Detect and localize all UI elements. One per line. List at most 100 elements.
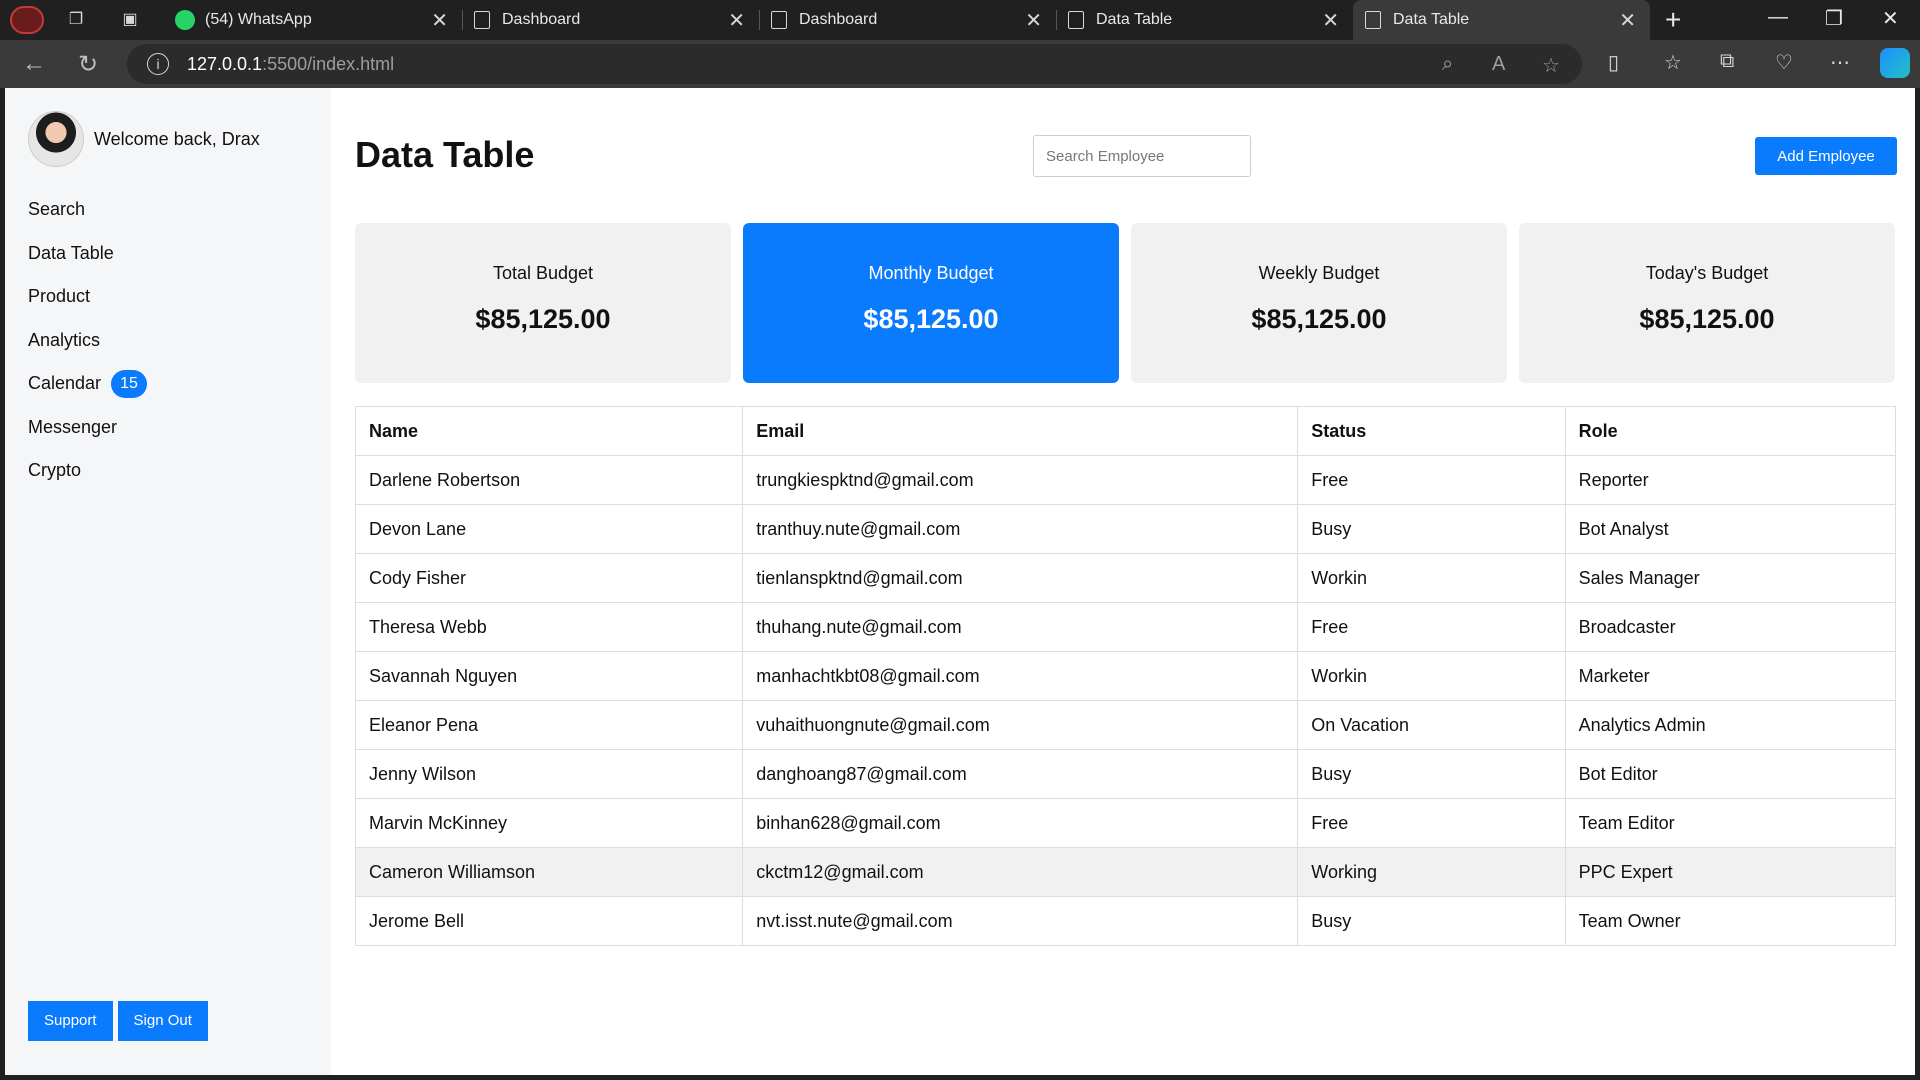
favorites-icon[interactable]: ☆: [1664, 50, 1682, 75]
table-row[interactable]: Darlene Robertson trungkiespktnd@gmail.co…: [354, 455, 1897, 505]
cell-name: Darlene Robertson: [354, 455, 744, 505]
cell-status: Workin: [1297, 553, 1566, 603]
table-row[interactable]: Devon Lane tranthuy.nute@gmail.com Busy Bot…: [354, 504, 1897, 554]
cell-role: Bot Analyst: [1564, 504, 1897, 554]
tab-label: Dashboard: [502, 11, 581, 28]
tab-data-table-1[interactable]: Data Table ✕: [1056, 0, 1353, 40]
cell-role: Team Owner: [1564, 896, 1897, 946]
sidebar-item-label: Data Table: [28, 242, 114, 263]
zoom-icon[interactable]: ⌕: [1442, 53, 1453, 76]
table-row[interactable]: Savannah Nguyen manhachtkbt08@gmail.com Wo…: [354, 651, 1897, 701]
url-field[interactable]: i 127.0.0.1:5500/index.html ⌕ A ☆: [127, 44, 1582, 84]
weekly-budget-card[interactable]: Weekly Budget $85,125.00: [1131, 223, 1507, 383]
tab-dashboard-2[interactable]: Dashboard ✕: [759, 0, 1056, 40]
budget-cards: Total Budget $85,125.00 Monthly Budget $…: [355, 223, 1895, 383]
card-value: $85,125.00: [475, 304, 611, 334]
table-row[interactable]: Eleanor Pena vuhaithuongnute@gmail.com On …: [354, 700, 1897, 750]
page-viewport: Welcome back, Drax Search Data Table Pro…: [5, 88, 1915, 1075]
add-employee-button[interactable]: Add Employee: [1755, 137, 1897, 175]
total-budget-card[interactable]: Total Budget $85,125.00: [355, 223, 731, 383]
support-button[interactable]: Support: [28, 1001, 113, 1041]
table-row-hovered[interactable]: Cameron Williamson ckctm12@gmail.com Worki…: [354, 847, 1897, 897]
tab-whatsapp[interactable]: (54) WhatsApp ✕: [165, 0, 462, 40]
collections-icon[interactable]: ⧉: [1720, 50, 1734, 73]
todays-budget-card[interactable]: Today's Budget $85,125.00: [1519, 223, 1895, 383]
sidebar-item-calendar[interactable]: Calendar 15: [28, 362, 148, 406]
read-aloud-icon[interactable]: A: [1492, 53, 1505, 76]
sidebar-item-data-table[interactable]: Data Table: [28, 232, 147, 276]
close-icon[interactable]: ✕: [1025, 8, 1042, 33]
new-tab-icon[interactable]: +: [1665, 4, 1681, 36]
sidebar-item-analytics[interactable]: Analytics: [28, 319, 147, 363]
cell-email: tienlanspktnd@gmail.com: [742, 553, 1299, 603]
cell-name: Eleanor Pena: [354, 700, 744, 750]
browser-essentials-icon[interactable]: ♡: [1775, 50, 1793, 75]
profile-avatar-icon[interactable]: [10, 6, 44, 34]
sidebar-item-label: Messenger: [28, 416, 118, 437]
restore-icon[interactable]: ❐: [1825, 6, 1843, 31]
cell-role: Marketer: [1564, 651, 1897, 701]
sidebar-item-messenger[interactable]: Messenger: [28, 406, 147, 450]
cell-email: nvt.isst.nute@gmail.com: [742, 896, 1299, 946]
url-text: 127.0.0.1:5500/index.html: [187, 54, 394, 75]
cell-email: tranthuy.nute@gmail.com: [742, 504, 1299, 554]
sign-out-button[interactable]: Sign Out: [117, 1001, 208, 1041]
address-bar-row: ← ↻ i 127.0.0.1:5500/index.html ⌕ A ☆: [0, 40, 1920, 88]
tab-actions-icon[interactable]: ▣: [120, 10, 140, 30]
split-screen-icon[interactable]: ▯: [1608, 50, 1619, 75]
workspaces-icon[interactable]: ❐: [66, 10, 86, 30]
cell-role: Reporter: [1564, 455, 1897, 505]
avatar[interactable]: [28, 111, 84, 167]
column-header-email[interactable]: Email: [742, 406, 1299, 456]
card-label: Today's Budget: [1645, 263, 1769, 283]
cell-name: Devon Lane: [354, 504, 744, 554]
user-profile: Welcome back, Drax: [28, 111, 260, 167]
close-icon[interactable]: ✕: [1619, 8, 1636, 33]
page-icon: [1068, 11, 1084, 29]
back-icon[interactable]: ←: [22, 50, 46, 78]
sidebar-item-product[interactable]: Product: [28, 275, 147, 319]
sidebar-buttons: Support Sign Out: [28, 1001, 208, 1041]
column-header-role[interactable]: Role: [1564, 406, 1897, 456]
cell-status: Workin: [1297, 651, 1566, 701]
cell-email: ckctm12@gmail.com: [742, 847, 1299, 897]
table-row[interactable]: Marvin McKinney binhan628@gmail.com Free Te…: [354, 798, 1897, 848]
table-row[interactable]: Jerome Bell nvt.isst.nute@gmail.com Busy Te…: [354, 896, 1897, 946]
close-icon[interactable]: ✕: [431, 8, 448, 33]
more-menu-icon[interactable]: ⋯: [1830, 50, 1850, 75]
search-input[interactable]: [1033, 135, 1251, 177]
close-window-icon[interactable]: ✕: [1882, 6, 1899, 31]
close-icon[interactable]: ✕: [1322, 8, 1339, 33]
card-value: $85,125.00: [863, 304, 999, 334]
minimize-icon[interactable]: —: [1768, 6, 1788, 29]
close-icon[interactable]: ✕: [728, 8, 745, 33]
cell-role: PPC Expert: [1564, 847, 1897, 897]
card-label: Monthly Budget: [868, 263, 994, 283]
main-content: Data Table Add Employee Total Budget $85…: [354, 88, 1900, 1075]
cell-email: vuhaithuongnute@gmail.com: [742, 700, 1299, 750]
site-info-icon[interactable]: i: [147, 53, 169, 75]
sidebar-item-crypto[interactable]: Crypto: [28, 449, 147, 493]
column-header-name[interactable]: Name: [354, 406, 744, 456]
sidebar-item-label: Crypto: [28, 460, 82, 481]
cell-role: Analytics Admin: [1564, 700, 1897, 750]
table-row[interactable]: Cody Fisher tienlanspktnd@gmail.com Workin…: [354, 553, 1897, 603]
refresh-icon[interactable]: ↻: [78, 50, 98, 79]
sidebar-menu: Search Data Table Product Analytics Cale…: [28, 188, 148, 493]
tab-label: Data Table: [1096, 11, 1173, 28]
card-value: $85,125.00: [1251, 304, 1387, 334]
monthly-budget-card[interactable]: Monthly Budget $85,125.00: [743, 223, 1119, 383]
table-row[interactable]: Theresa Webb thuhang.nute@gmail.com Free Br…: [354, 602, 1897, 652]
cell-name: Jenny Wilson: [354, 749, 744, 799]
cell-status: Busy: [1297, 896, 1566, 946]
sidebar-item-label: Product: [28, 286, 91, 307]
cell-name: Cody Fisher: [354, 553, 744, 603]
tab-dashboard-1[interactable]: Dashboard ✕: [462, 0, 759, 40]
table-row[interactable]: Jenny Wilson danghoang87@gmail.com Busy Bot…: [354, 749, 1897, 799]
copilot-icon[interactable]: [1880, 48, 1910, 78]
sidebar-item-search[interactable]: Search: [28, 188, 147, 232]
column-header-status[interactable]: Status: [1297, 406, 1566, 456]
tab-data-table-2[interactable]: Data Table ✕: [1353, 0, 1650, 40]
favorite-star-icon[interactable]: ☆: [1542, 53, 1560, 78]
card-label: Total Budget: [492, 263, 594, 283]
